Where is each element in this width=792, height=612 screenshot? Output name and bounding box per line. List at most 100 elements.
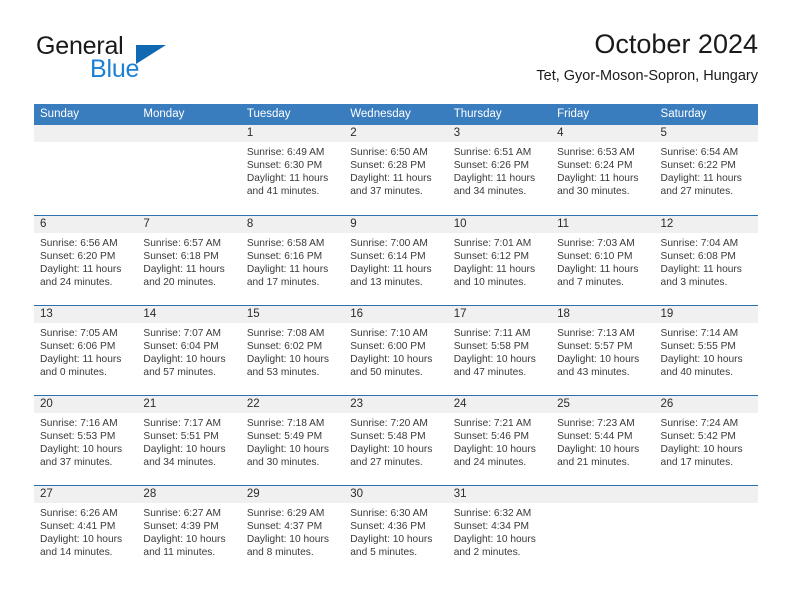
general-blue-logo[interactable]: General Blue: [34, 32, 264, 90]
day-number: 31: [447, 486, 552, 503]
daylight-duration-line1: Daylight: 10 hours: [143, 444, 226, 456]
daylight-duration-line2: and 50 minutes.: [350, 367, 423, 379]
sunrise-time: Sunrise: 6:53 AM: [557, 147, 635, 158]
calendar-day-cell[interactable]: 15 Sunrise: 7:08 AM Sunset: 6:02 PM Dayligh…: [240, 306, 345, 395]
calendar-day-cell[interactable]: 31 Sunrise: 6:32 AM Sunset: 4:34 PM Dayligh…: [447, 486, 552, 575]
calendar-day-cell[interactable]: 16 Sunrise: 7:10 AM Sunset: 6:00 PM Dayligh…: [344, 306, 448, 395]
day-number: 21: [137, 396, 241, 413]
day-number: 22: [240, 396, 345, 413]
day-number: 25: [551, 396, 655, 413]
day-details: Sunrise: 7:01 AM Sunset: 6:12 PM Daylight:…: [448, 233, 551, 289]
daylight-duration-line2: and 27 minutes.: [350, 457, 423, 469]
page-title: October 2024: [594, 29, 758, 59]
calendar-day-cell[interactable]: 29 Sunrise: 6:29 AM Sunset: 4:37 PM Dayligh…: [240, 486, 345, 575]
sunrise-time: Sunrise: 6:50 AM: [350, 147, 428, 158]
calendar-day-cell[interactable]: 21 Sunrise: 7:17 AM Sunset: 5:51 PM Dayligh…: [137, 396, 241, 485]
day-details: Sunrise: 6:30 AM Sunset: 4:36 PM Daylight:…: [344, 503, 447, 559]
daylight-duration-line1: Daylight: 11 hours: [350, 264, 432, 276]
day-details: Sunrise: 6:53 AM Sunset: 6:24 PM Daylight:…: [551, 142, 654, 198]
weekday-header-row: Sunday Monday Tuesday Wednesday Thursday Frid…: [34, 104, 758, 125]
day-number: 17: [447, 306, 552, 323]
calendar-day-cell[interactable]: 6 Sunrise: 6:56 AM Sunset: 6:20 PM Daylight…: [34, 216, 138, 305]
calendar-day-cell[interactable]: 13 Sunrise: 7:05 AM Sunset: 6:06 PM Dayligh…: [34, 306, 138, 395]
day-details: Sunrise: 7:00 AM Sunset: 6:14 PM Daylight:…: [344, 233, 447, 289]
calendar-day-cell[interactable]: 28 Sunrise: 6:27 AM Sunset: 4:39 PM Dayligh…: [137, 486, 241, 575]
day-details: Sunrise: 6:27 AM Sunset: 4:39 PM Daylight:…: [137, 503, 240, 559]
sunset-time: Sunset: 6:02 PM: [246, 341, 323, 353]
weekday-header-sunday: Sunday: [40, 108, 80, 120]
day-number: 23: [344, 396, 448, 413]
daylight-duration-line1: Daylight: 10 hours: [557, 444, 640, 456]
sunset-time: Sunset: 6:18 PM: [143, 251, 219, 263]
daylight-duration-line2: and 30 minutes.: [246, 457, 320, 469]
sunrise-time: Sunrise: 6:51 AM: [453, 147, 532, 158]
calendar-day-cell-empty: [551, 486, 655, 575]
calendar-day-cell[interactable]: 5 Sunrise: 6:54 AM Sunset: 6:22 PM Daylight…: [654, 125, 758, 215]
day-details: Sunrise: 7:14 AM Sunset: 5:55 PM Daylight:…: [655, 323, 758, 379]
day-number: 5: [654, 125, 758, 142]
calendar-day-cell[interactable]: 22 Sunrise: 7:18 AM Sunset: 5:49 PM Dayligh…: [240, 396, 345, 485]
calendar-day-cell[interactable]: 14 Sunrise: 7:07 AM Sunset: 6:04 PM Dayligh…: [137, 306, 241, 395]
calendar-week-row: 6 Sunrise: 6:56 AM Sunset: 6:20 PM Daylight…: [34, 215, 758, 305]
calendar-day-cell[interactable]: 2 Sunrise: 6:50 AM Sunset: 6:28 PM Daylight…: [344, 125, 448, 215]
daylight-duration-line2: and 57 minutes.: [143, 367, 216, 379]
sunrise-time: Sunrise: 7:17 AM: [143, 418, 222, 429]
day-number: 26: [654, 396, 758, 413]
calendar-day-cell[interactable]: 10 Sunrise: 7:01 AM Sunset: 6:12 PM Dayligh…: [447, 216, 552, 305]
day-details: Sunrise: 6:32 AM Sunset: 4:34 PM Daylight:…: [448, 503, 551, 559]
day-details: Sunrise: 7:03 AM Sunset: 6:10 PM Daylight:…: [551, 233, 654, 289]
daylight-duration-line1: Daylight: 10 hours: [660, 354, 743, 366]
calendar-day-cell[interactable]: 8 Sunrise: 6:58 AM Sunset: 6:16 PM Daylight…: [240, 216, 345, 305]
sunrise-time: Sunrise: 7:11 AM: [453, 328, 531, 339]
calendar-day-cell[interactable]: 25 Sunrise: 7:23 AM Sunset: 5:44 PM Dayligh…: [551, 396, 655, 485]
day-number: 8: [240, 216, 345, 233]
calendar-week-row: 27 Sunrise: 6:26 AM Sunset: 4:41 PM Dayligh…: [34, 485, 758, 575]
sunset-time: Sunset: 6:14 PM: [350, 251, 426, 263]
sunset-time: Sunset: 6:06 PM: [40, 341, 116, 353]
sunset-time: Sunset: 4:36 PM: [350, 521, 426, 533]
calendar-day-cell[interactable]: 3 Sunrise: 6:51 AM Sunset: 6:26 PM Daylight…: [447, 125, 552, 215]
day-details: Sunrise: 7:10 AM Sunset: 6:00 PM Daylight:…: [344, 323, 447, 379]
day-details: Sunrise: 6:54 AM Sunset: 6:22 PM Daylight:…: [655, 142, 758, 198]
daylight-duration-line2: and 27 minutes.: [660, 186, 734, 198]
day-number: 3: [447, 125, 552, 142]
calendar-day-cell-empty: [654, 486, 758, 575]
day-number: 29: [240, 486, 345, 503]
sunrise-time: Sunrise: 7:01 AM: [453, 238, 532, 249]
calendar-day-cell[interactable]: 20 Sunrise: 7:16 AM Sunset: 5:53 PM Dayligh…: [34, 396, 138, 485]
daylight-duration-line2: and 47 minutes.: [453, 367, 527, 379]
daylight-duration-line1: Daylight: 10 hours: [453, 444, 536, 456]
sunrise-time: Sunrise: 6:54 AM: [660, 147, 739, 158]
daylight-duration-line1: Daylight: 10 hours: [453, 534, 536, 546]
day-details: Sunrise: 7:20 AM Sunset: 5:48 PM Daylight:…: [344, 413, 447, 469]
daylight-duration-line2: and 3 minutes.: [660, 277, 728, 289]
calendar-day-cell[interactable]: 11 Sunrise: 7:03 AM Sunset: 6:10 PM Dayligh…: [551, 216, 655, 305]
sunset-time: Sunset: 5:49 PM: [246, 431, 323, 443]
calendar-day-cell[interactable]: 27 Sunrise: 6:26 AM Sunset: 4:41 PM Dayligh…: [34, 486, 138, 575]
calendar-day-cell[interactable]: 17 Sunrise: 7:11 AM Sunset: 5:58 PM Dayligh…: [447, 306, 552, 395]
calendar-day-cell[interactable]: 19 Sunrise: 7:14 AM Sunset: 5:55 PM Dayligh…: [654, 306, 758, 395]
sunrise-time: Sunrise: 7:13 AM: [557, 328, 635, 339]
sunrise-time: Sunrise: 7:23 AM: [557, 418, 635, 429]
day-number: 19: [654, 306, 758, 323]
sunset-time: Sunset: 5:55 PM: [660, 341, 736, 353]
calendar-day-cell[interactable]: 1 Sunrise: 6:49 AM Sunset: 6:30 PM Daylight…: [240, 125, 345, 215]
calendar-day-cell[interactable]: 12 Sunrise: 7:04 AM Sunset: 6:08 PM Dayligh…: [654, 216, 758, 305]
calendar-day-cell[interactable]: 9 Sunrise: 7:00 AM Sunset: 6:14 PM Daylight…: [344, 216, 448, 305]
calendar-day-cell[interactable]: 24 Sunrise: 7:21 AM Sunset: 5:46 PM Dayligh…: [447, 396, 552, 485]
day-number: 1: [240, 125, 345, 142]
calendar-day-cell[interactable]: 26 Sunrise: 7:24 AM Sunset: 5:42 PM Dayligh…: [654, 396, 758, 485]
daylight-duration-line2: and 41 minutes.: [246, 186, 320, 198]
calendar-day-cell[interactable]: 18 Sunrise: 7:13 AM Sunset: 5:57 PM Dayligh…: [551, 306, 655, 395]
calendar-day-cell[interactable]: 23 Sunrise: 7:20 AM Sunset: 5:48 PM Dayligh…: [344, 396, 448, 485]
day-number: 18: [551, 306, 655, 323]
title-block: October 2024 Tet, Gyor-Moson-Sopron, Hun…: [536, 28, 758, 86]
calendar-day-cell[interactable]: 4 Sunrise: 6:53 AM Sunset: 6:24 PM Daylight…: [551, 125, 655, 215]
sunset-time: Sunset: 6:24 PM: [557, 160, 633, 172]
daylight-duration-line2: and 53 minutes.: [246, 367, 320, 379]
day-details: Sunrise: 7:16 AM Sunset: 5:53 PM Daylight:…: [34, 413, 137, 469]
sunset-time: Sunset: 6:10 PM: [557, 251, 633, 263]
calendar-day-cell[interactable]: 7 Sunrise: 6:57 AM Sunset: 6:18 PM Daylight…: [137, 216, 241, 305]
calendar-day-cell-empty: [137, 125, 241, 215]
calendar-day-cell[interactable]: 30 Sunrise: 6:30 AM Sunset: 4:36 PM Dayligh…: [344, 486, 448, 575]
